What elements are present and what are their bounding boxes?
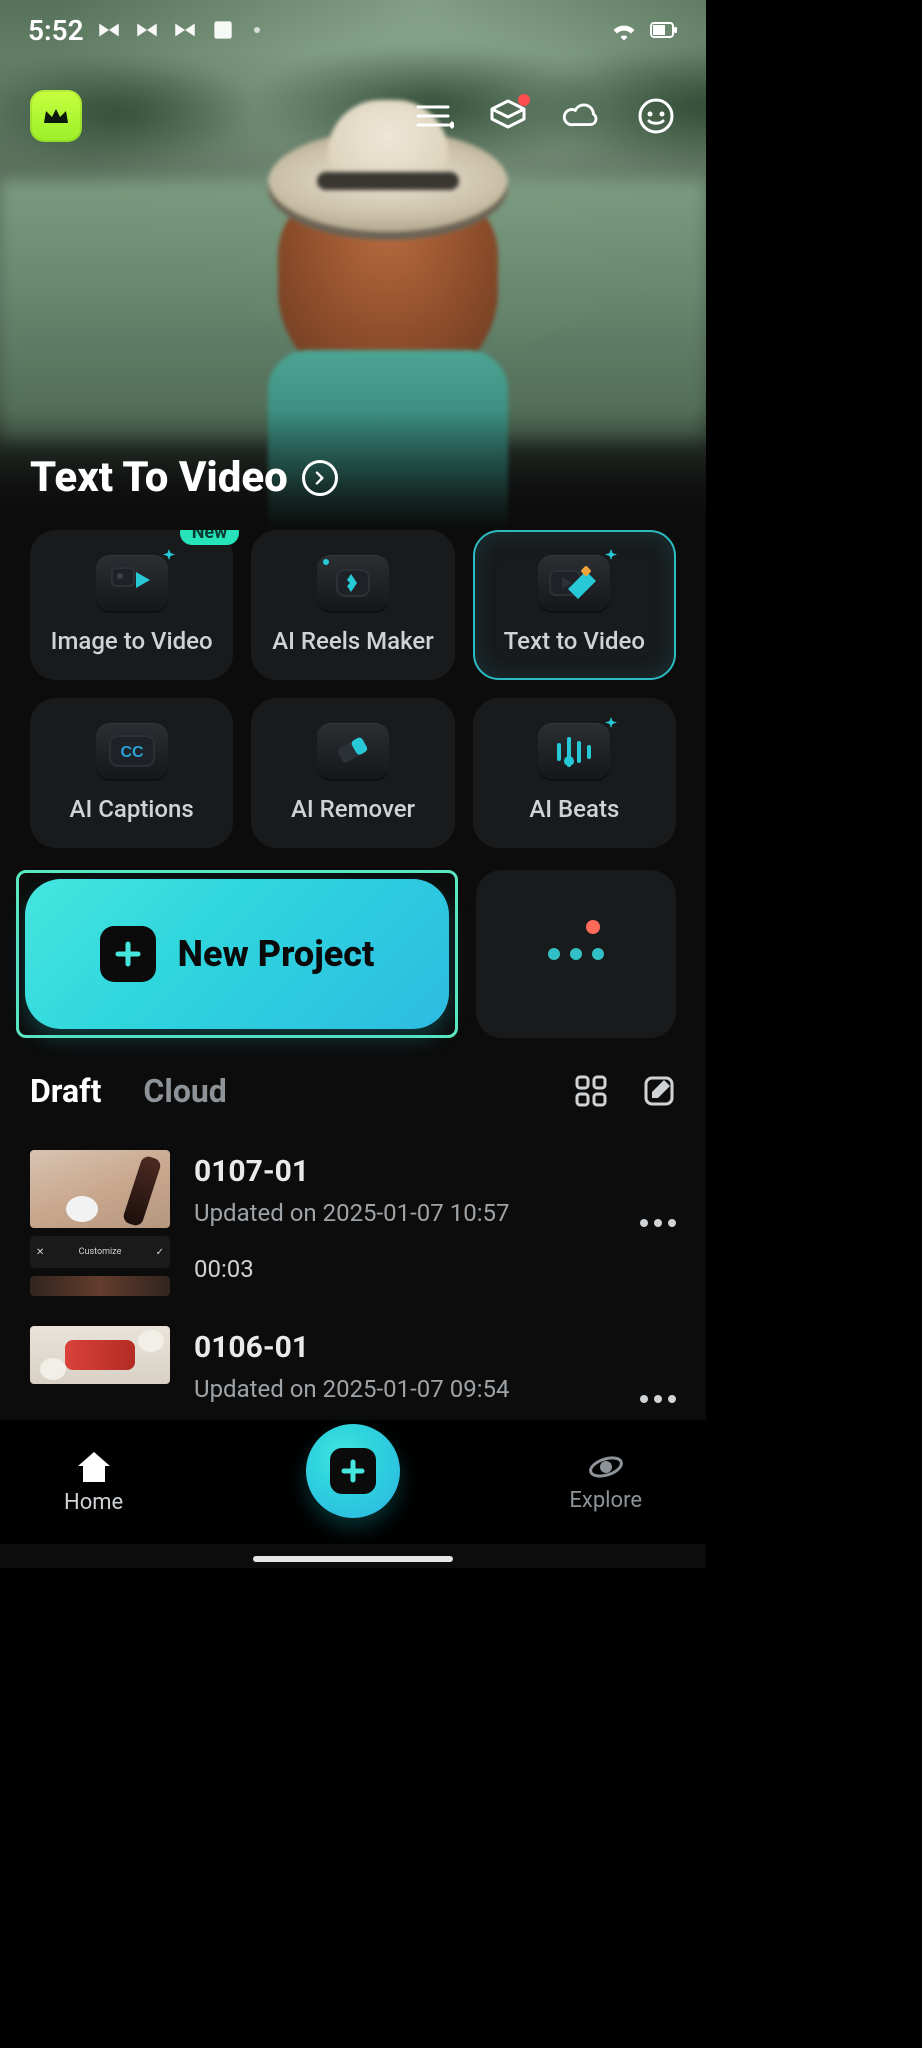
new-project-button[interactable]: New Project: [25, 879, 449, 1029]
tool-label: AI Beats: [529, 795, 619, 823]
templates-icon[interactable]: [414, 96, 454, 136]
tool-label: AI Captions: [70, 795, 194, 823]
sparkle-icon: [604, 717, 618, 731]
hero-go-button[interactable]: [302, 460, 338, 496]
dot-accent: [323, 559, 329, 565]
draft-more-button[interactable]: [640, 1395, 676, 1403]
grid-view-icon[interactable]: [574, 1074, 608, 1108]
captions-icon: CC: [104, 732, 160, 770]
bottom-nav: Home Explore: [0, 1420, 706, 1544]
image-to-video-icon: [110, 566, 154, 600]
edit-icon[interactable]: [642, 1074, 676, 1108]
text-to-video-icon: [546, 565, 602, 601]
inbox-icon[interactable]: [488, 96, 528, 136]
nav-label: Home: [64, 1490, 123, 1515]
home-icon: [76, 1450, 112, 1484]
tool-image-to-video[interactable]: New Image to Video: [30, 530, 233, 680]
tool-text-to-video[interactable]: Text to Video: [473, 530, 676, 680]
tool-ai-captions[interactable]: CC AI Captions: [30, 698, 233, 848]
new-project-highlight: New Project: [16, 870, 458, 1038]
status-time: 5:52: [28, 14, 84, 47]
nav-explore[interactable]: Explore: [569, 1452, 642, 1513]
tool-label: AI Remover: [291, 795, 415, 823]
wifi-icon: [610, 19, 638, 41]
tool-label: Image to Video: [51, 627, 213, 655]
tab-cloud[interactable]: Cloud: [143, 1072, 226, 1110]
status-bar: 5:52: [0, 0, 706, 60]
create-fab[interactable]: [306, 1424, 400, 1518]
eraser-icon: [329, 732, 377, 770]
draft-subtitle: Updated on 2025-01-07 10:57: [194, 1199, 616, 1227]
premium-badge[interactable]: [30, 90, 82, 142]
tool-label: AI Reels Maker: [272, 627, 433, 655]
hero-title: Text To Video: [30, 453, 288, 502]
hero-banner[interactable]: Text To Video: [0, 0, 706, 530]
nav-label: Explore: [569, 1488, 642, 1513]
home-indicator[interactable]: [253, 1556, 453, 1562]
draft-title: 0106-01: [194, 1330, 616, 1365]
explore-icon: [586, 1452, 626, 1482]
tab-draft[interactable]: Draft: [30, 1072, 101, 1110]
draft-item[interactable]: ✕ Customize ✓ 0107-01 Updated on 2025-01…: [30, 1150, 676, 1296]
drafts-list: ✕ Customize ✓ 0107-01 Updated on 2025-01…: [30, 1150, 676, 1403]
draft-more-button[interactable]: [640, 1219, 676, 1227]
plus-icon: [330, 1448, 376, 1494]
ai-reels-icon: [331, 566, 375, 600]
draft-duration: 00:03: [194, 1255, 616, 1283]
sparkle-icon: [162, 549, 176, 563]
tool-ai-reels-maker[interactable]: AI Reels Maker: [251, 530, 454, 680]
battery-icon: [650, 22, 678, 38]
more-dots-icon: [548, 948, 604, 960]
tool-ai-beats[interactable]: AI Beats: [473, 698, 676, 848]
draft-thumbnail: [30, 1326, 170, 1384]
draft-thumbnail: ✕ Customize ✓: [30, 1150, 170, 1296]
cloud-icon[interactable]: [562, 96, 602, 136]
draft-title: 0107-01: [194, 1154, 616, 1189]
status-app-icon: [210, 17, 236, 43]
new-project-label: New Project: [178, 933, 375, 975]
capcut-status-icon: [134, 17, 160, 43]
beats-icon: [549, 733, 599, 769]
draft-item[interactable]: 0106-01 Updated on 2025-01-07 09:54: [30, 1326, 676, 1403]
capcut-status-icon: [172, 17, 198, 43]
notification-dot: [518, 94, 530, 106]
plus-icon: [100, 926, 156, 982]
chevron-right-icon: [313, 471, 327, 485]
notification-dot: [586, 920, 600, 934]
tool-label: Text to Video: [504, 627, 645, 655]
tool-ai-remover[interactable]: AI Remover: [251, 698, 454, 848]
profile-icon[interactable]: [636, 96, 676, 136]
tools-grid: New Image to Video AI Reels Maker Text t…: [30, 530, 676, 848]
status-more-dot: [254, 27, 260, 33]
draft-subtitle: Updated on 2025-01-07 09:54: [194, 1375, 616, 1403]
nav-home[interactable]: Home: [64, 1450, 123, 1515]
sparkle-icon: [604, 549, 618, 563]
svg-text:CC: CC: [120, 744, 144, 761]
capcut-status-icon: [96, 17, 122, 43]
crown-icon: [42, 105, 70, 127]
more-tools-button[interactable]: [476, 870, 676, 1038]
